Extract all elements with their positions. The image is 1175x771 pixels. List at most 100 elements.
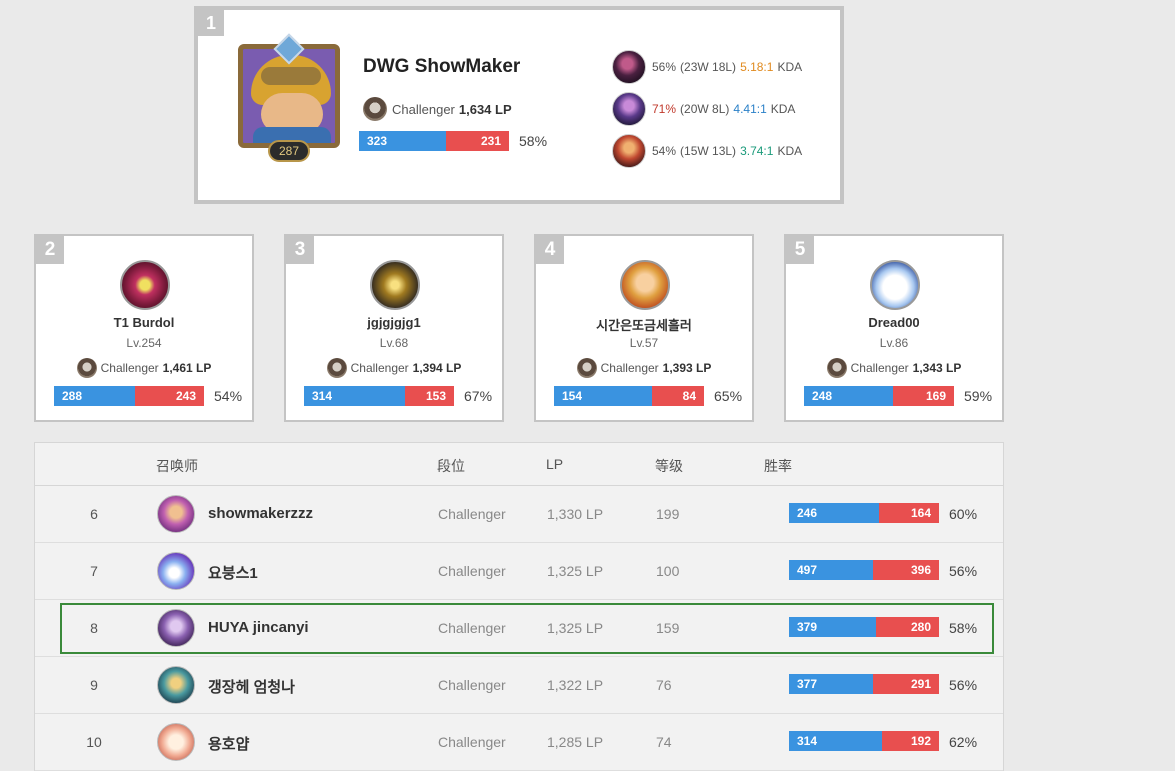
champion-kda: 5.18:1	[740, 60, 774, 74]
rank-badge: 1	[198, 10, 224, 36]
row-lp: 1,325 LP	[547, 563, 604, 579]
row-rank: 7	[90, 563, 98, 579]
challenger-tier-icon	[326, 358, 347, 378]
tier-label: Challenger	[350, 361, 409, 375]
player-level: Lv.254	[126, 336, 162, 350]
champion-2-icon[interactable]	[612, 92, 646, 126]
row-rank: 9	[90, 677, 98, 693]
table-header: 召唤师 段位 LP 等级 胜率	[35, 443, 1003, 486]
header-lp[interactable]: LP	[546, 456, 563, 472]
tier-label: Challenger	[600, 361, 659, 375]
table-row[interactable]: 6 showmakerzzz Challenger 1,330 LP 199 2…	[35, 486, 1003, 543]
player-avatar[interactable]	[157, 495, 195, 533]
player-name[interactable]: DWG ShowMaker	[363, 56, 520, 78]
player-name[interactable]: jgjgjgjg1	[286, 315, 502, 330]
row-rank: 10	[86, 734, 102, 750]
win-loss-bar: 314 153	[304, 386, 454, 406]
champion-1-icon[interactable]	[612, 50, 646, 84]
table-row[interactable]: 10 용호얍 Challenger 1,285 LP 74 314 192 62…	[35, 714, 1003, 771]
player-name[interactable]: 시간은또금세흘러	[536, 315, 752, 334]
player-avatar[interactable]	[120, 260, 170, 310]
win-loss-bar: 497 396	[789, 560, 939, 580]
header-tier[interactable]: 段位	[437, 456, 465, 476]
row-lp: 1,330 LP	[547, 506, 604, 522]
player-avatar[interactable]	[157, 723, 195, 761]
row-lp: 1,325 LP	[547, 620, 604, 636]
challenger-tier-icon	[826, 358, 847, 378]
top-player-avatar[interactable]: 287	[234, 33, 344, 162]
win-loss-bar: 246 164	[789, 503, 939, 523]
champion-stat-row: 54% (15W 13L) 3.74:1 KDA	[612, 130, 802, 172]
win-loss-bar: 377 291	[789, 674, 939, 694]
player-level: Lv.57	[629, 336, 659, 350]
player-name[interactable]: 갱장헤 엄청나	[208, 676, 295, 697]
player-name[interactable]: T1 Burdol	[36, 315, 252, 330]
losses-segment: 153	[404, 386, 454, 406]
rank-badge: 2	[36, 236, 64, 264]
player-level: Lv.86	[879, 336, 909, 350]
win-loss-bar: 288 243	[54, 386, 204, 406]
level-badge: 287	[268, 140, 310, 162]
row-level: 199	[656, 506, 680, 522]
winrate-text: 60%	[949, 506, 978, 522]
winrate-text: 58%	[519, 133, 548, 149]
rank-5-card[interactable]: 5 Dread00 Lv.86 Challenger 1,343 LP 248 …	[784, 234, 1004, 422]
losses-segment: 84	[651, 386, 704, 406]
winrate-text: 56%	[949, 563, 978, 579]
header-summoner[interactable]: 召唤师	[156, 456, 198, 476]
rank-badge: 4	[536, 236, 564, 264]
player-avatar[interactable]	[870, 260, 920, 310]
table-row[interactable]: 8 HUYA jincanyi Challenger 1,325 LP 159 …	[35, 600, 1003, 657]
wins-segment: 314	[304, 386, 405, 406]
win-loss-bar: 379 280	[789, 617, 939, 637]
player-level: Lv.68	[379, 336, 409, 350]
rank-3-card[interactable]: 3 jgjgjgjg1 Lv.68 Challenger 1,394 LP 31…	[284, 234, 504, 422]
champion-3-icon[interactable]	[612, 134, 646, 168]
player-avatar[interactable]	[370, 260, 420, 310]
losses-segment: 192	[882, 731, 939, 751]
player-name[interactable]: 요붕스1	[208, 562, 258, 583]
table-row[interactable]: 7 요붕스1 Challenger 1,325 LP 100 497 396 5…	[35, 543, 1003, 600]
winrate-text: 59%	[964, 388, 993, 404]
losses-segment: 280	[876, 617, 939, 637]
losses-segment: 291	[873, 674, 939, 694]
wins-segment: 377	[789, 674, 873, 694]
player-name[interactable]: 용호얍	[208, 733, 249, 754]
tier-info: Challenger 1,461 LP	[36, 358, 252, 378]
challenger-tier-icon	[576, 358, 597, 378]
win-loss-bar: 248 169	[804, 386, 954, 406]
lp-value: 1,393 LP	[662, 361, 712, 375]
champion-winrate: 71%	[652, 102, 677, 116]
row-level: 159	[656, 620, 680, 636]
rank-2-card[interactable]: 2 T1 Burdol Lv.254 Challenger 1,461 LP 2…	[34, 234, 254, 422]
header-level[interactable]: 等级	[655, 456, 683, 476]
winrate-text: 62%	[949, 734, 978, 750]
lp-value: 1,634 LP	[458, 101, 512, 117]
player-name[interactable]: showmakerzzz	[208, 505, 313, 522]
player-name[interactable]: HUYA jincanyi	[208, 619, 309, 636]
header-winrate[interactable]: 胜率	[764, 456, 792, 476]
champion-winrate: 56%	[652, 60, 677, 74]
losses-segment: 169	[892, 386, 954, 406]
ranking-table: 召唤师 段位 LP 等级 胜率 6 showmakerzzz Challenge…	[34, 442, 1004, 771]
rank-4-card[interactable]: 4 시간은또금세흘러 Lv.57 Challenger 1,393 LP 154…	[534, 234, 754, 422]
table-row[interactable]: 9 갱장헤 엄청나 Challenger 1,322 LP 76 377 291…	[35, 657, 1003, 714]
row-rank: 6	[90, 506, 98, 522]
wins-segment: 154	[554, 386, 652, 406]
tier-info: Challenger 1,393 LP	[536, 358, 752, 378]
player-avatar[interactable]	[157, 609, 195, 647]
wins-segment: 314	[789, 731, 882, 751]
wins-segment: 497	[789, 560, 873, 580]
player-avatar[interactable]	[620, 260, 670, 310]
champion-stat-row: 56% (23W 18L) 5.18:1 KDA	[612, 46, 802, 88]
lp-value: 1,394 LP	[412, 361, 462, 375]
player-avatar[interactable]	[157, 552, 195, 590]
most-played-champions: 56% (23W 18L) 5.18:1 KDA 71% (20W 8L) 4.…	[612, 46, 802, 172]
top-player-card[interactable]: 1 287 DWG ShowMaker Challenger 1,634 LP …	[194, 6, 844, 204]
row-tier: Challenger	[438, 620, 506, 636]
player-avatar[interactable]	[157, 666, 195, 704]
winrate-text: 65%	[714, 388, 743, 404]
losses-segment: 396	[873, 560, 939, 580]
kda-label: KDA	[770, 102, 796, 116]
player-name[interactable]: Dread00	[786, 315, 1002, 330]
